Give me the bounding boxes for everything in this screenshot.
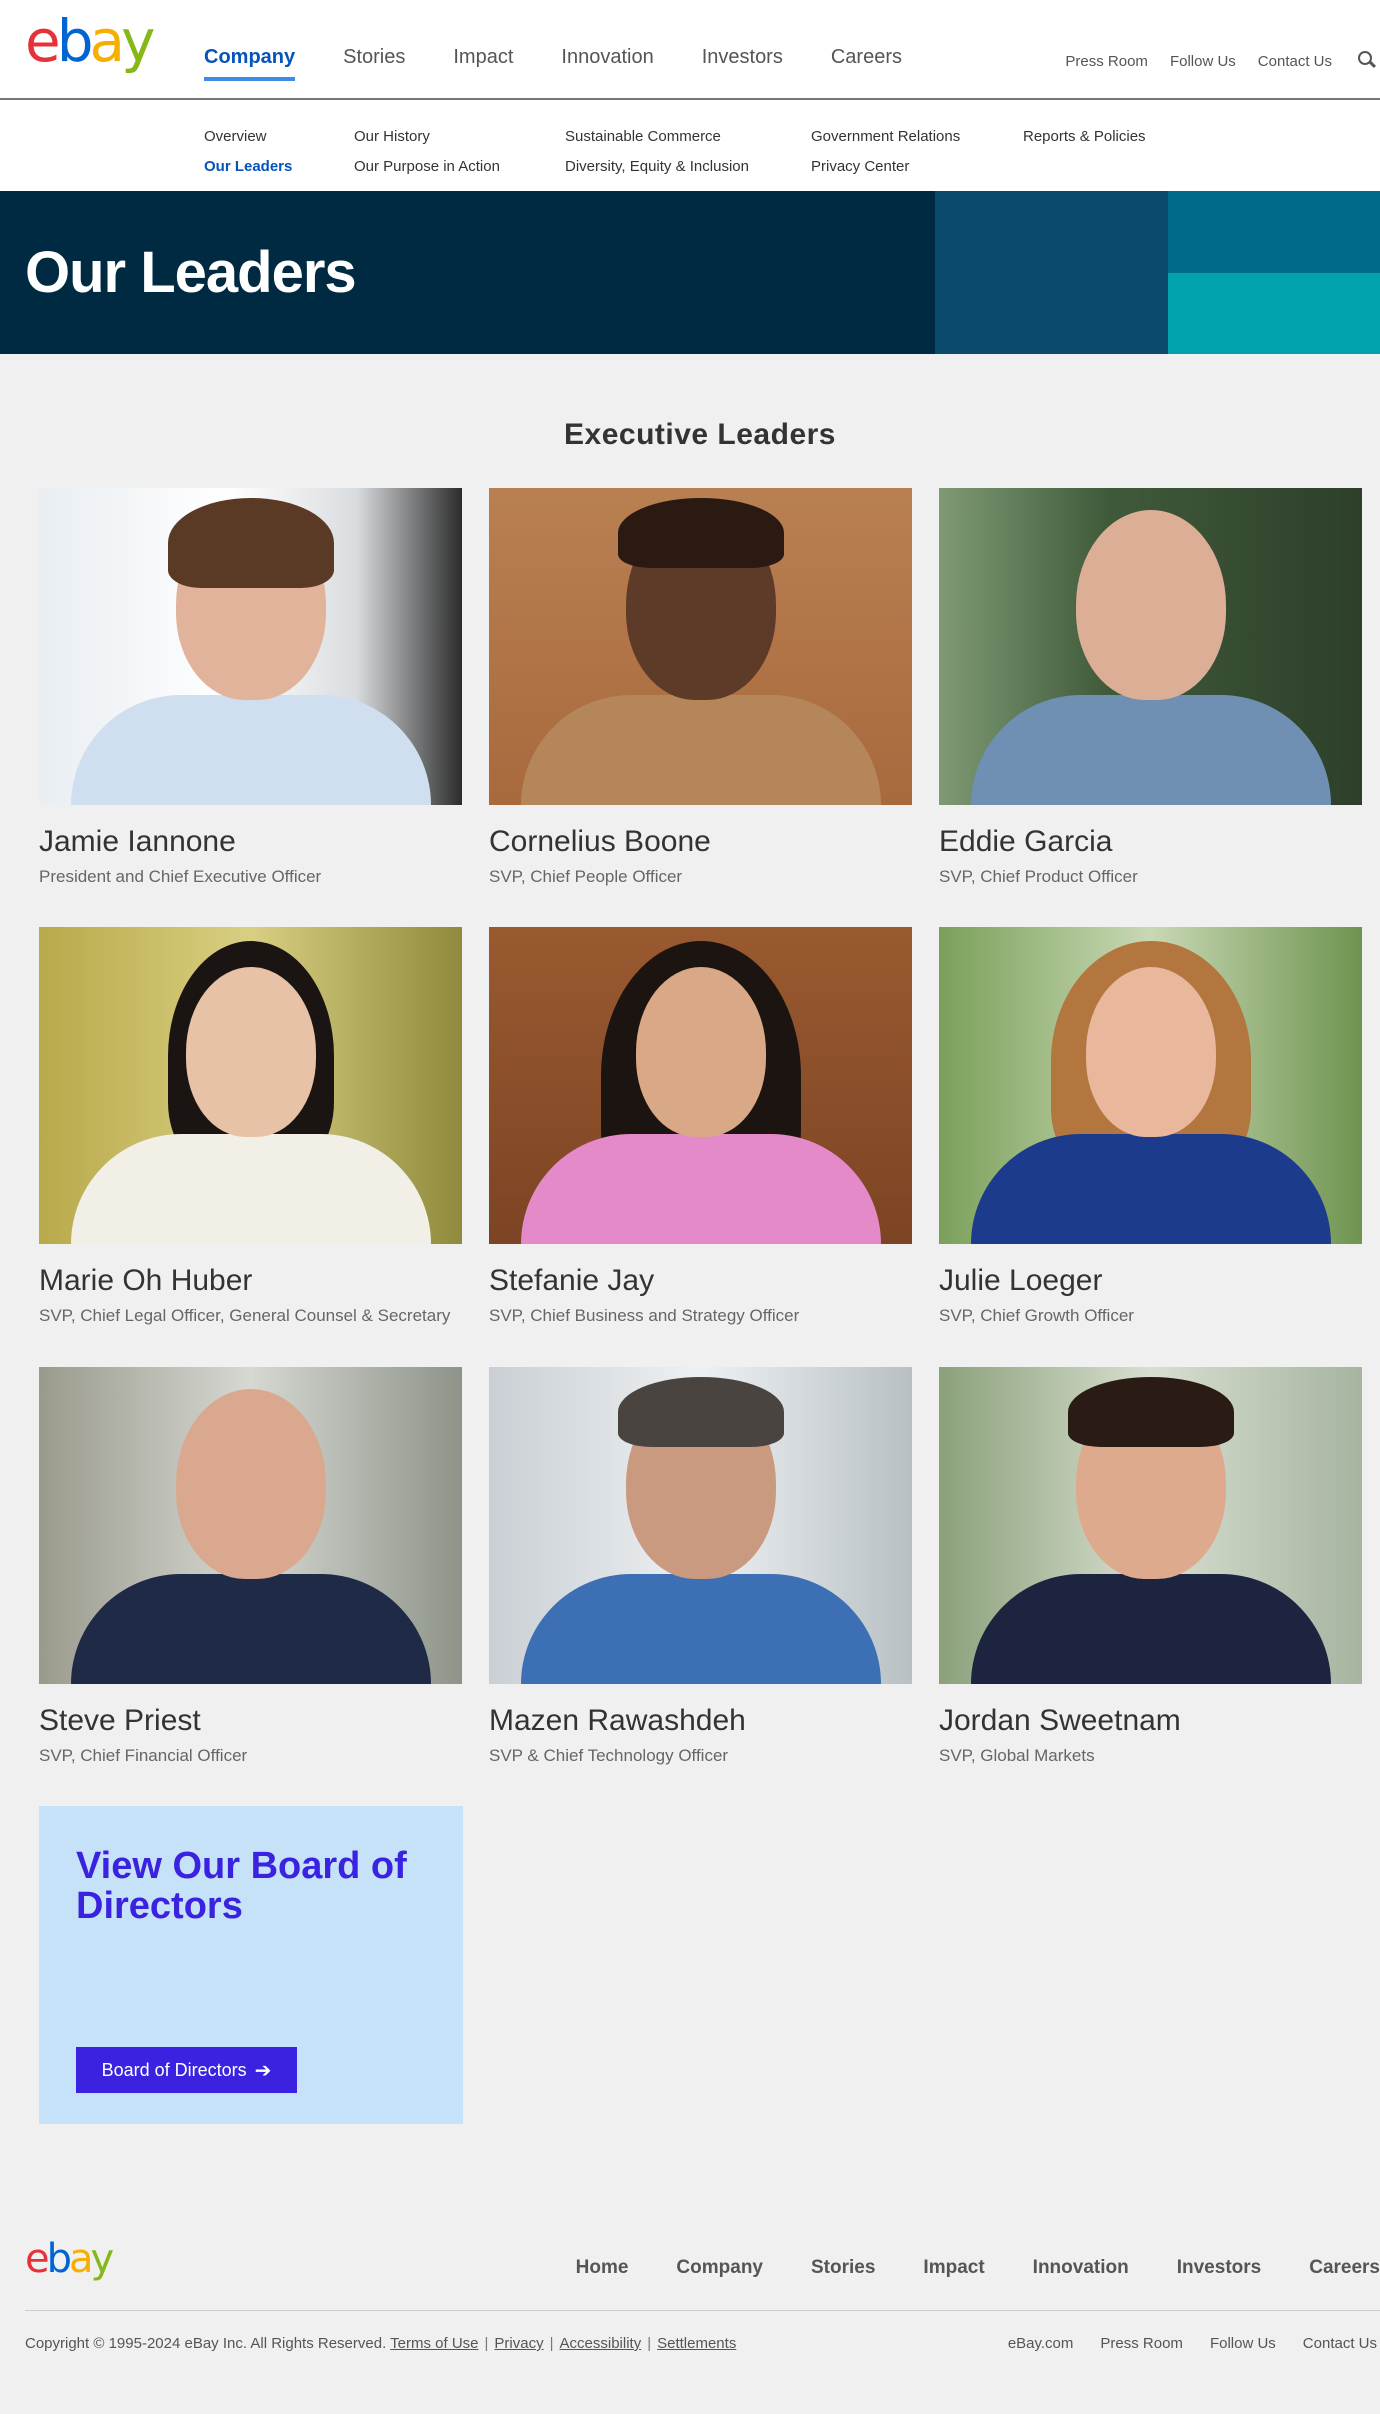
leader-card[interactable]: Mazen Rawashdeh SVP & Chief Technology O… — [489, 1367, 912, 1766]
nav-innovation[interactable]: Innovation — [561, 46, 653, 81]
leader-card[interactable]: Cornelius Boone SVP, Chief People Office… — [489, 488, 912, 887]
leader-name: Steve Priest — [39, 1704, 201, 1737]
leader-card[interactable]: Jordan Sweetnam SVP, Global Markets — [939, 1367, 1362, 1766]
footer-copyright: Copyright © 1995-2024 eBay Inc. All Righ… — [25, 2335, 737, 2352]
footer-press-room-link[interactable]: Press Room — [1100, 2335, 1183, 2352]
leader-role: SVP, Chief Financial Officer — [39, 1746, 248, 1765]
nav-stories[interactable]: Stories — [343, 46, 405, 81]
board-cta-heading: View Our Board of Directors — [76, 1845, 407, 1927]
subnav-sustainable-commerce[interactable]: Sustainable Commerce — [565, 122, 749, 152]
footer-utility-nav: eBay.com Press Room Follow Us Contact Us — [981, 2335, 1377, 2352]
subnav-government-relations[interactable]: Government Relations — [811, 122, 960, 152]
leader-photo — [489, 488, 912, 805]
subnav-diversity[interactable]: Diversity, Equity & Inclusion — [565, 152, 749, 182]
leader-card[interactable]: Marie Oh Huber SVP, Chief Legal Officer,… — [39, 927, 462, 1326]
leader-card[interactable]: Jamie Iannone President and Chief Execut… — [39, 488, 462, 887]
contact-us-link[interactable]: Contact Us — [1258, 53, 1332, 70]
nav-impact[interactable]: Impact — [453, 46, 513, 81]
leader-card[interactable]: Eddie Garcia SVP, Chief Product Officer — [939, 488, 1362, 887]
subnav-column: Reports & Policies — [1023, 122, 1146, 152]
footer-nav-stories[interactable]: Stories — [811, 2257, 875, 2279]
terms-of-use-link[interactable]: Terms of Use — [390, 2335, 478, 2352]
leader-name: Cornelius Boone — [489, 825, 711, 858]
subnav-our-purpose[interactable]: Our Purpose in Action — [354, 152, 500, 182]
leader-name: Eddie Garcia — [939, 825, 1113, 858]
leader-role: SVP, Chief Legal Officer, General Counse… — [39, 1306, 451, 1325]
leader-role: SVP, Global Markets — [939, 1746, 1095, 1765]
privacy-link[interactable]: Privacy — [494, 2335, 543, 2352]
leader-photo — [489, 927, 912, 1244]
leader-photo — [939, 1367, 1362, 1684]
footer-nav-impact[interactable]: Impact — [923, 2257, 984, 2279]
search-icon[interactable] — [1354, 51, 1380, 71]
leader-name: Julie Loeger — [939, 1264, 1103, 1297]
subnav-column: Government Relations Privacy Center — [811, 122, 960, 182]
nav-investors[interactable]: Investors — [702, 46, 783, 81]
leader-name: Mazen Rawashdeh — [489, 1704, 746, 1737]
leader-photo — [939, 927, 1362, 1244]
footer-divider — [25, 2310, 1380, 2311]
footer-ebay-logo[interactable]: ebay — [25, 2239, 114, 2279]
leader-photo — [39, 488, 462, 805]
leader-photo — [39, 1367, 462, 1684]
board-of-directors-button[interactable]: Board of Directors ➔ — [76, 2047, 297, 2093]
footer-contact-us-link[interactable]: Contact Us — [1303, 2335, 1377, 2352]
page-title: Our Leaders — [25, 240, 357, 305]
leader-card[interactable]: Julie Loeger SVP, Chief Growth Officer — [939, 927, 1362, 1326]
main-nav: Company Stories Impact Innovation Invest… — [204, 46, 950, 81]
footer-nav-company[interactable]: Company — [676, 2257, 763, 2279]
leader-role: SVP, Chief Product Officer — [939, 867, 1138, 886]
site-header: ebay Company Stories Impact Innovation I… — [0, 0, 1380, 100]
press-room-link[interactable]: Press Room — [1065, 53, 1148, 70]
footer-nav-innovation[interactable]: Innovation — [1033, 2257, 1129, 2279]
footer-follow-us-link[interactable]: Follow Us — [1210, 2335, 1276, 2352]
copyright-text: Copyright © 1995-2024 eBay Inc. All Righ… — [25, 2335, 387, 2352]
board-cta: View Our Board of Directors Board of Dir… — [39, 1806, 463, 2124]
hero-decor-block — [1168, 273, 1380, 354]
utility-nav: Press Room Follow Us Contact Us — [1065, 51, 1380, 71]
subnav-overview[interactable]: Overview — [204, 122, 292, 152]
ebay-logo[interactable]: ebay — [25, 12, 155, 70]
leader-name: Jamie Iannone — [39, 825, 236, 858]
subnav-reports-policies[interactable]: Reports & Policies — [1023, 122, 1146, 152]
hero-decor-block — [1168, 191, 1380, 273]
sub-nav: Overview Our Leaders Our History Our Pur… — [0, 100, 1380, 191]
leader-photo — [939, 488, 1362, 805]
leader-card[interactable]: Stefanie Jay SVP, Chief Business and Str… — [489, 927, 912, 1326]
subnav-column: Sustainable Commerce Diversity, Equity &… — [565, 122, 749, 182]
nav-company[interactable]: Company — [204, 46, 296, 81]
leader-name: Stefanie Jay — [489, 1264, 655, 1297]
leader-card[interactable]: Steve Priest SVP, Chief Financial Office… — [39, 1367, 462, 1766]
subnav-our-history[interactable]: Our History — [354, 122, 500, 152]
hero-decor-block — [935, 191, 1168, 354]
section-title: Executive Leaders — [564, 418, 836, 451]
nav-careers[interactable]: Careers — [831, 46, 902, 81]
leader-name: Jordan Sweetnam — [939, 1704, 1181, 1737]
subnav-column: Overview Our Leaders — [204, 122, 292, 182]
leader-name: Marie Oh Huber — [39, 1264, 253, 1297]
settlements-link[interactable]: Settlements — [657, 2335, 736, 2352]
leader-role: SVP, Chief People Officer — [489, 867, 683, 886]
subnav-column: Our History Our Purpose in Action — [354, 122, 500, 182]
footer-nav-careers[interactable]: Careers — [1309, 2257, 1380, 2279]
hero-banner: Our Leaders — [0, 191, 1380, 354]
leader-role: President and Chief Executive Officer — [39, 867, 322, 886]
leader-photo — [489, 1367, 912, 1684]
leader-photo — [39, 927, 462, 1244]
follow-us-link[interactable]: Follow Us — [1170, 53, 1236, 70]
accessibility-link[interactable]: Accessibility — [560, 2335, 642, 2352]
leader-role: SVP, Chief Business and Strategy Officer — [489, 1306, 800, 1325]
subnav-privacy-center[interactable]: Privacy Center — [811, 152, 960, 182]
footer-nav: Home Company Stories Impact Innovation I… — [528, 2257, 1380, 2279]
leader-role: SVP, Chief Growth Officer — [939, 1306, 1134, 1325]
leader-role: SVP & Chief Technology Officer — [489, 1746, 729, 1765]
arrow-right-icon: ➔ — [254, 2059, 272, 2082]
footer-ebay-com-link[interactable]: eBay.com — [1008, 2335, 1074, 2352]
subnav-our-leaders[interactable]: Our Leaders — [204, 152, 292, 182]
board-button-label: Board of Directors — [101, 2059, 247, 2080]
footer-nav-investors[interactable]: Investors — [1177, 2257, 1261, 2279]
footer-nav-home[interactable]: Home — [576, 2257, 629, 2279]
